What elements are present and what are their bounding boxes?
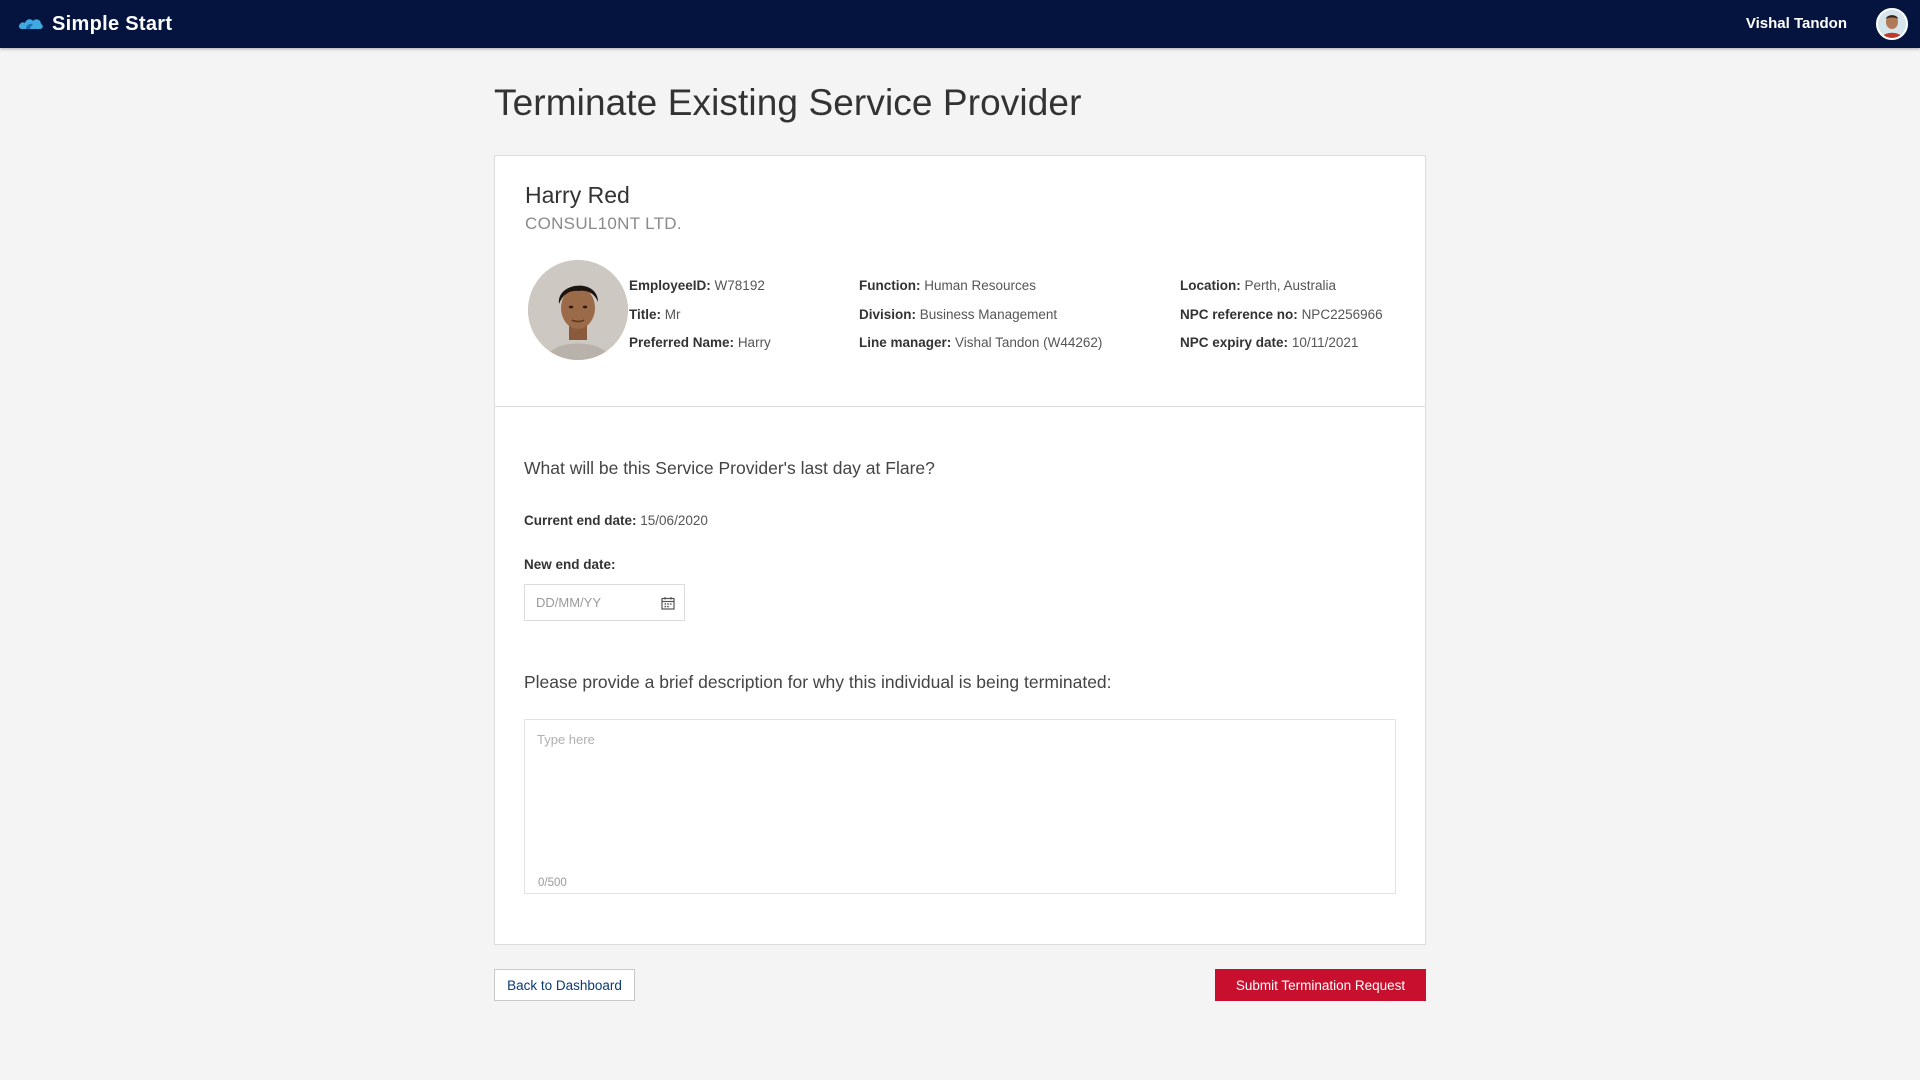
submit-termination-button[interactable]: Submit Termination Request (1215, 969, 1426, 1001)
npc-reference-field: NPC reference no: NPC2256966 (1180, 307, 1383, 322)
current-end-date-label: Current end date: (524, 513, 637, 528)
calendar-icon[interactable] (661, 596, 675, 610)
new-end-date-field[interactable] (524, 584, 685, 621)
cloud-logo-icon (18, 19, 43, 29)
employee-id-label: EmployeeID: (629, 278, 711, 293)
employee-id-field: EmployeeID: W78192 (629, 278, 765, 293)
last-day-question: What will be this Service Provider's las… (524, 458, 935, 478)
app-brand[interactable]: Simple Start (18, 0, 172, 48)
provider-photo-image (528, 260, 628, 360)
new-end-date-label-text: New end date: (524, 557, 616, 572)
npc-reference-label: NPC reference no: (1180, 307, 1298, 322)
location-field: Location: Perth, Australia (1180, 278, 1336, 293)
new-end-date-label: New end date: (524, 557, 616, 572)
npc-reference-value: NPC2256966 (1301, 307, 1383, 322)
termination-reason-textarea[interactable] (525, 720, 1395, 870)
page-title: Terminate Existing Service Provider (494, 82, 1082, 123)
new-end-date-input[interactable] (525, 585, 653, 620)
termination-form-card: Harry Red CONSUL10NT LTD. EmployeeID: W7… (494, 155, 1426, 945)
line-manager-value: Vishal Tandon (W44262) (955, 335, 1103, 350)
preferred-name-field: Preferred Name: Harry (629, 335, 771, 350)
provider-company: CONSUL10NT LTD. (525, 214, 682, 233)
termination-reason-field[interactable]: 0/500 (524, 719, 1396, 894)
termination-reason-question: Please provide a brief description for w… (524, 672, 1112, 692)
user-name[interactable]: Vishal Tandon (1746, 0, 1847, 48)
provider-name: Harry Red (525, 182, 630, 208)
location-value: Perth, Australia (1244, 278, 1337, 293)
line-manager-field: Line manager: Vishal Tandon (W44262) (859, 335, 1102, 350)
division-value: Business Management (919, 307, 1058, 322)
app-name: Simple Start (52, 12, 173, 35)
function-value: Human Resources (924, 278, 1037, 293)
user-avatar-image (1878, 10, 1906, 38)
character-count: 0/500 (538, 877, 567, 889)
function-field: Function: Human Resources (859, 278, 1036, 293)
npc-expiry-value: 10/11/2021 (1291, 335, 1359, 350)
preferred-name-label: Preferred Name: (629, 335, 735, 350)
location-label: Location: (1180, 278, 1241, 293)
user-avatar[interactable] (1876, 8, 1908, 40)
preferred-name-value: Harry (737, 335, 771, 350)
division-label: Division: (859, 307, 917, 322)
function-label: Function: (859, 278, 921, 293)
division-field: Division: Business Management (859, 307, 1057, 322)
current-end-date-value: 15/06/2020 (640, 513, 708, 528)
provider-photo (528, 260, 628, 360)
title-field: Title: Mr (629, 307, 681, 322)
title-value: Mr (664, 307, 681, 322)
npc-expiry-field: NPC expiry date: 10/11/2021 (1180, 335, 1358, 350)
title-label: Title: (629, 307, 662, 322)
employee-id-value: W78192 (714, 278, 765, 293)
line-manager-label: Line manager: (859, 335, 952, 350)
top-navigation-bar: Simple Start Vishal Tandon (0, 0, 1920, 48)
section-divider (495, 406, 1425, 407)
current-end-date: Current end date: 15/06/2020 (524, 513, 708, 528)
back-to-dashboard-button[interactable]: Back to Dashboard (494, 969, 635, 1001)
npc-expiry-label: NPC expiry date: (1180, 335, 1289, 350)
